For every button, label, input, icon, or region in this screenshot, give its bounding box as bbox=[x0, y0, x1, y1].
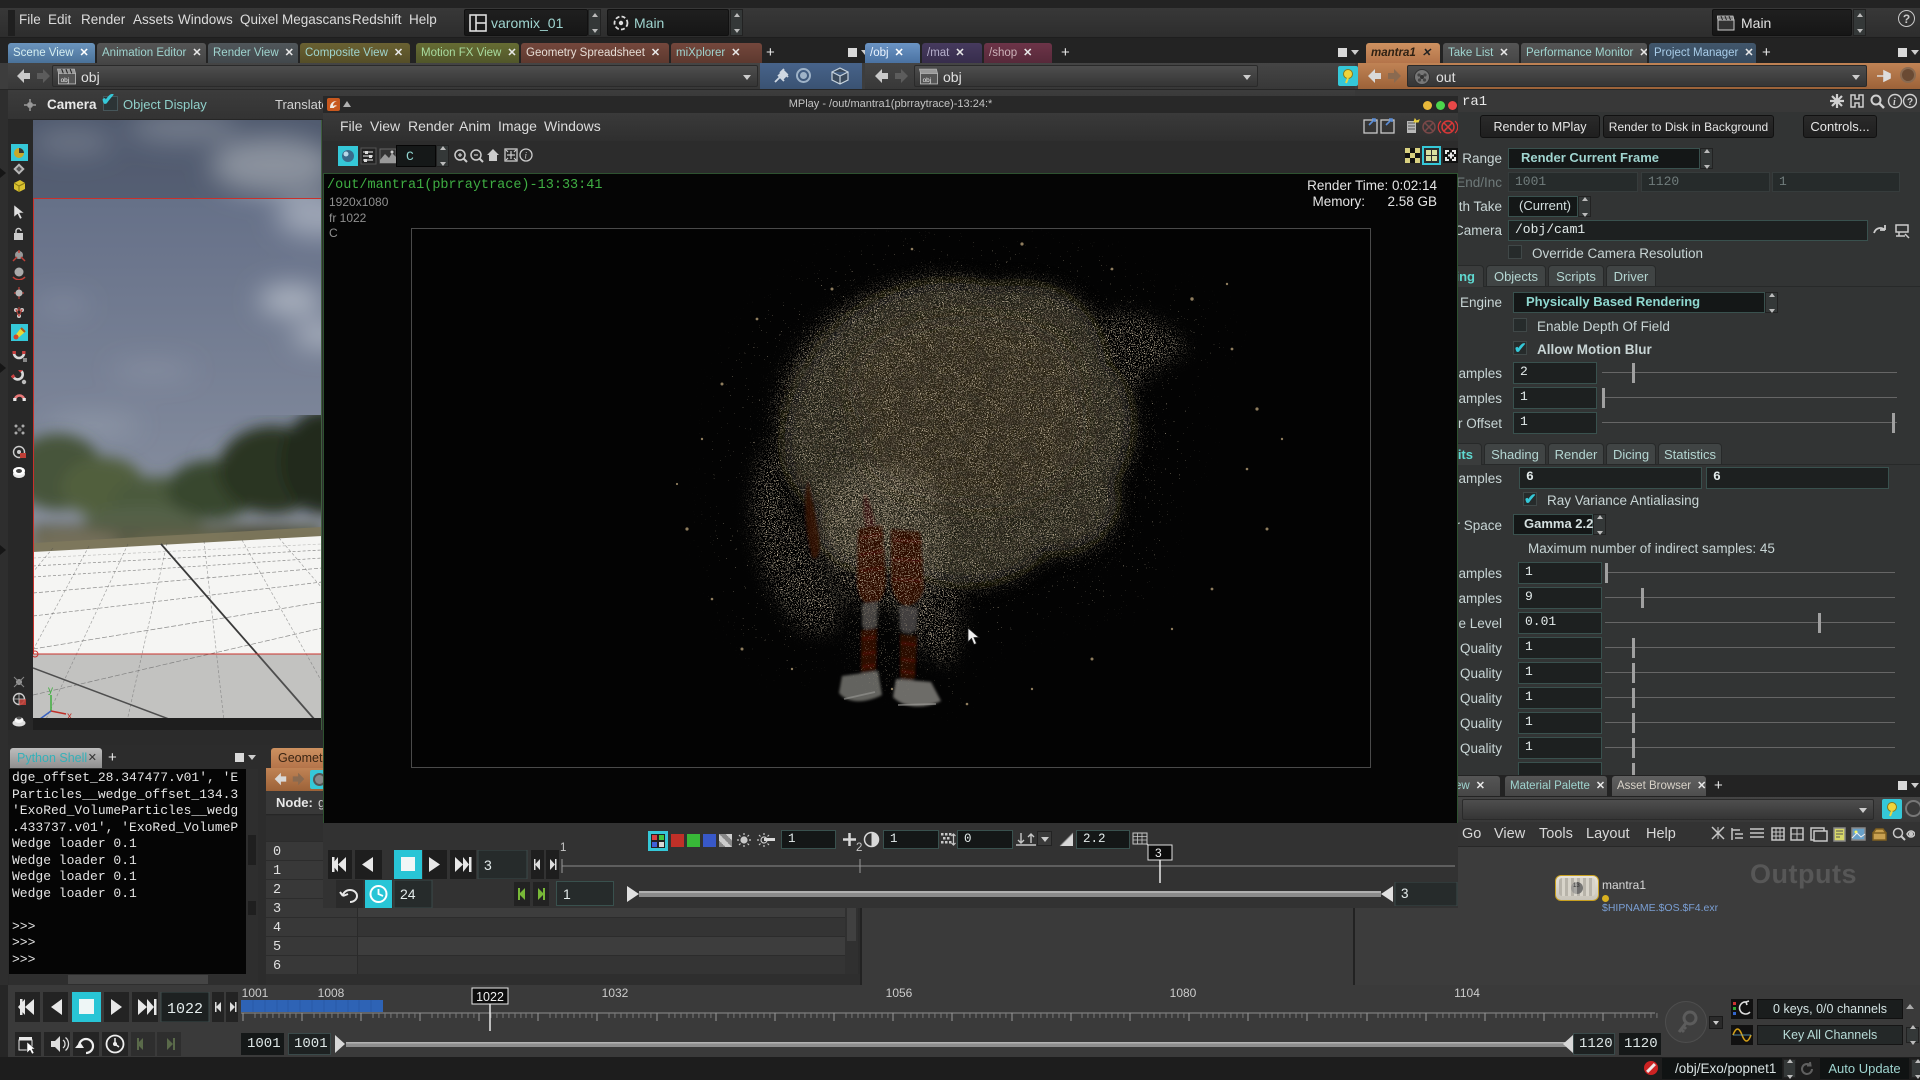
svg-text:i: i bbox=[525, 151, 528, 161]
svg-text:1008: 1008 bbox=[318, 986, 345, 1000]
svg-text:3: 3 bbox=[484, 857, 492, 873]
svg-text:1104: 1104 bbox=[1454, 986, 1480, 1000]
svg-text:1022: 1022 bbox=[476, 990, 504, 1004]
svg-text:1080: 1080 bbox=[1170, 986, 1197, 1000]
svg-text:1032: 1032 bbox=[602, 986, 629, 1000]
svg-text:1056: 1056 bbox=[886, 986, 913, 1000]
svg-text:obj: obj bbox=[61, 77, 70, 84]
svg-text:i: i bbox=[1893, 97, 1896, 108]
svg-text:3: 3 bbox=[1401, 886, 1409, 901]
svg-text:1001: 1001 bbox=[242, 986, 269, 1000]
svg-text:2: 2 bbox=[856, 842, 862, 854]
svg-text:y: y bbox=[48, 685, 53, 696]
svg-text:?: ? bbox=[1907, 97, 1913, 108]
svg-text:13: 13 bbox=[1573, 883, 1580, 889]
svg-text:1022: 1022 bbox=[167, 1001, 203, 1018]
svg-text:1: 1 bbox=[560, 842, 566, 854]
svg-text:obj: obj bbox=[923, 77, 932, 84]
svg-text:3: 3 bbox=[1155, 846, 1162, 860]
svg-text:24: 24 bbox=[400, 886, 416, 902]
